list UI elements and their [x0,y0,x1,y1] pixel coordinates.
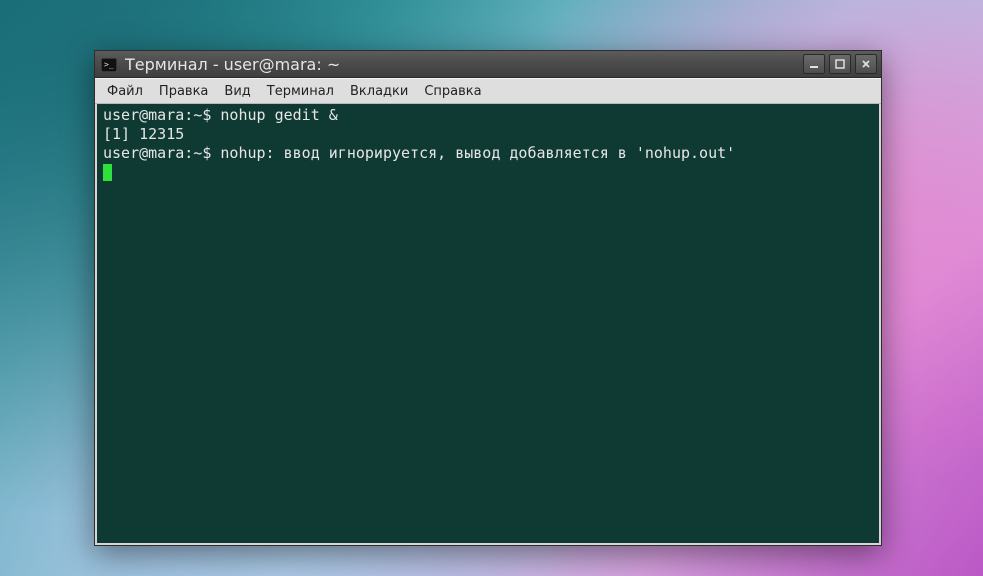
command-text: nohup gedit & [220,106,337,124]
terminal-output[interactable]: user@mara:~$ nohup gedit & [1] 12315 use… [95,104,881,545]
menu-help[interactable]: Справка [416,82,489,101]
output-text: [1] 12315 [103,125,184,143]
cursor-icon [103,164,112,181]
menu-edit[interactable]: Правка [151,82,216,101]
terminal-cursor-line [103,163,873,182]
menu-tabs[interactable]: Вкладки [342,82,416,101]
terminal-line: user@mara:~$ nohup: ввод игнорируется, в… [103,144,873,163]
menu-terminal[interactable]: Терминал [259,82,342,101]
menu-file[interactable]: Файл [99,82,151,101]
prompt: user@mara:~$ [103,106,220,124]
desktop-background: >_ Терминал - user@mara: ~ [0,0,983,576]
window-titlebar[interactable]: >_ Терминал - user@mara: ~ [95,51,881,78]
prompt: user@mara:~$ [103,144,220,162]
output-text: nohup: ввод игнорируется, вывод добавляе… [220,144,735,162]
terminal-icon: >_ [101,57,117,71]
maximize-button[interactable] [829,54,851,74]
terminal-line: user@mara:~$ nohup gedit & [103,106,873,125]
window-controls [803,54,877,74]
svg-text:>_: >_ [104,60,114,69]
minimize-button[interactable] [803,54,825,74]
menubar: Файл Правка Вид Терминал Вкладки Справка [95,78,881,104]
window-title: Терминал - user@mara: ~ [125,55,803,74]
terminal-window: >_ Терминал - user@mara: ~ [94,50,882,546]
menu-view[interactable]: Вид [216,82,258,101]
close-button[interactable] [855,54,877,74]
terminal-line: [1] 12315 [103,125,873,144]
